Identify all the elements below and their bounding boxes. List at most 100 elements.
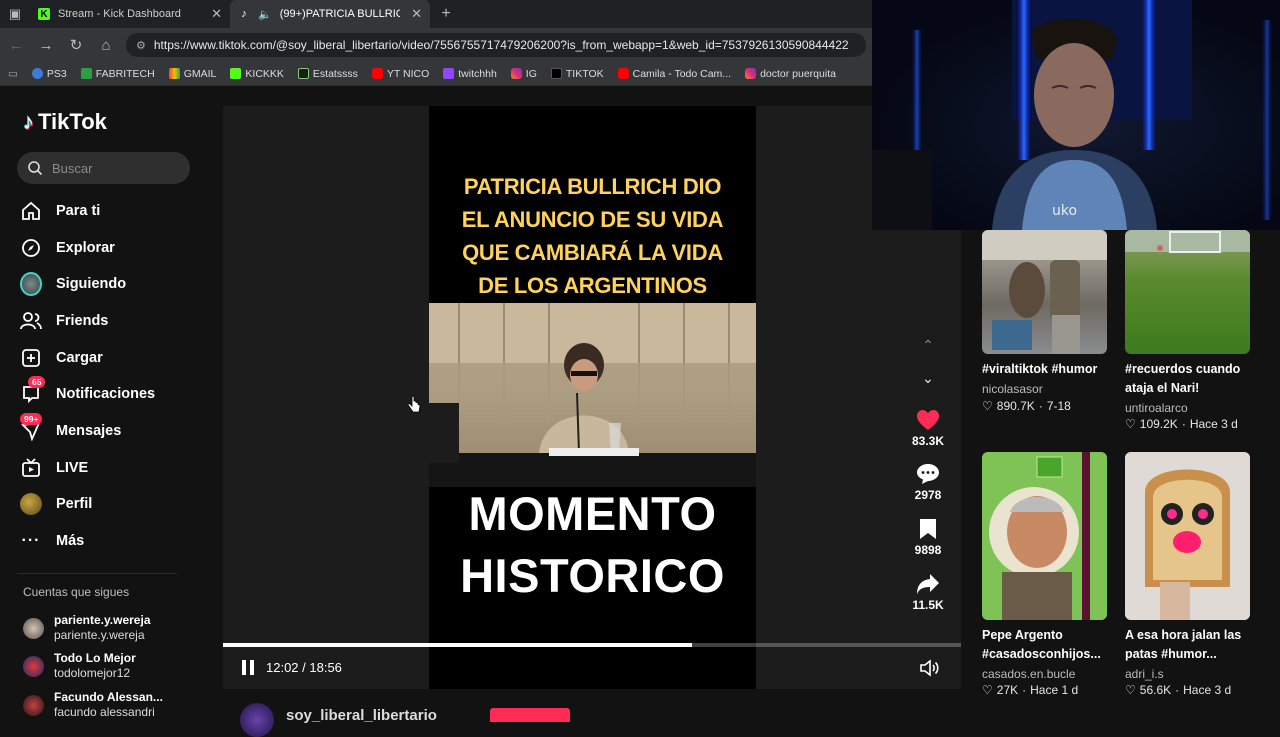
recommended-video-title[interactable]: Pepe Argento #casadosconhijos... [982, 626, 1117, 664]
bookmarks-bar: ▭ PS3 FABRITECH GMAIL KICKKK Estatssss Y… [0, 62, 872, 86]
previous-video-icon[interactable]: ⌃ [916, 337, 940, 361]
avatar [23, 655, 44, 677]
tab-audio-icon[interactable]: 🔈 [258, 8, 272, 21]
volume-icon[interactable] [919, 659, 939, 677]
bookmark-item[interactable]: KICKKK [230, 68, 284, 80]
tiktok-icon [550, 68, 562, 79]
next-video-icon[interactable]: ⌄ [916, 370, 940, 394]
bookmark-folder-icon[interactable]: ▭ [8, 68, 18, 80]
recommended-video-thumbnail[interactable] [1125, 230, 1250, 354]
nav-live[interactable]: LIVE [20, 454, 88, 482]
recommended-video-stats: ♡ 890.7K · 7-18 [982, 399, 1071, 413]
reload-icon[interactable]: ↻ [66, 35, 86, 55]
recommended-video-author[interactable]: casados.en.bucle [982, 667, 1075, 681]
nav-para-ti[interactable]: Para ti [20, 197, 100, 225]
search-input[interactable] [52, 160, 172, 176]
bookmark-item[interactable]: doctor puerquita [745, 68, 836, 80]
bookmark-item[interactable]: TIKTOK [550, 68, 604, 80]
save-count: 9898 [914, 543, 942, 557]
bookmark-item[interactable]: IG [510, 68, 537, 80]
recommended-video-author[interactable]: untiroalarco [1125, 401, 1188, 415]
tab-tiktok-video[interactable]: ♪ 🔈 (99+)PATRICIA BULLRICH DI ✕ [230, 0, 430, 28]
new-tab-icon[interactable]: + [436, 4, 456, 24]
back-icon[interactable]: ← [6, 35, 26, 55]
instagram-icon [745, 68, 757, 79]
tab-list-icon[interactable]: ▣ [0, 4, 30, 24]
tab-title: Stream - Kick Dashboard [58, 8, 181, 20]
sidebar: ♪ TikTok Para ti Explorar Siguiendo Frie… [0, 87, 205, 720]
nav-cargar[interactable]: Cargar [20, 344, 103, 372]
author-strip: soy_liberal_libertario [223, 689, 961, 737]
heart-outline-icon: ♡ [1125, 683, 1136, 697]
forward-icon[interactable]: → [36, 35, 56, 55]
bookmark-item[interactable]: PS3 [31, 68, 67, 80]
bookmark-item[interactable]: FABRITECH [80, 68, 155, 80]
bookmark-item[interactable]: twitchhh [443, 68, 497, 80]
kick-icon [230, 68, 242, 79]
nav-mensajes[interactable]: 99+ Mensajes [20, 413, 121, 445]
address-bar[interactable]: ⚙ https://www.tiktok.com/@soy_liberal_li… [126, 33, 866, 57]
bookmark-item[interactable]: GMAIL [168, 68, 216, 80]
recommended-video-author[interactable]: adri_i.s [1125, 667, 1164, 681]
progress-bar[interactable] [223, 643, 961, 647]
comment-count: 2978 [914, 488, 942, 502]
playback-time: 12:02 / 18:56 [266, 660, 342, 675]
share-button[interactable]: 11.5K [905, 573, 951, 612]
tab-title: (99+)PATRICIA BULLRICH DI [279, 8, 400, 20]
tiktok-logo[interactable]: ♪ TikTok [23, 109, 107, 135]
following-avatar-icon [20, 272, 42, 296]
author-name[interactable]: soy_liberal_libertario [286, 707, 437, 724]
save-button[interactable]: 9898 [905, 518, 951, 557]
notification-badge: 65 [28, 376, 46, 388]
following-item[interactable]: Facundo Alessan... facundo alessandri [23, 690, 163, 720]
recommended-video-thumbnail[interactable] [982, 452, 1107, 620]
bookmark-item[interactable]: Camila - Todo Cam... [617, 68, 731, 80]
url-text: https://www.tiktok.com/@soy_liberal_libe… [153, 38, 849, 52]
nav-notificaciones[interactable]: 65 Notificaciones [20, 376, 155, 408]
nav-friends[interactable]: Friends [20, 307, 108, 335]
comment-button[interactable]: 2978 [905, 463, 951, 502]
video-controls: 12:02 / 18:56 [223, 643, 961, 689]
browser-tab-bar: ▣ K Stream - Kick Dashboard ✕ ♪ 🔈 (99+)P… [0, 0, 872, 28]
recommended-video-thumbnail[interactable] [982, 230, 1107, 354]
home-icon [20, 200, 42, 222]
recommended-video-title[interactable]: #viraltiktok #humor [982, 360, 1117, 379]
video-frame[interactable]: PATRICIA BULLRICH DIO EL ANUNCIO DE SU V… [429, 106, 756, 689]
tab-close-icon[interactable]: ✕ [211, 6, 222, 22]
tab-kick-dashboard[interactable]: K Stream - Kick Dashboard ✕ [30, 0, 230, 28]
recommended-video-thumbnail[interactable] [1125, 452, 1250, 620]
recommended-video-title[interactable]: A esa hora jalan las patas #humor... [1125, 626, 1260, 664]
heart-outline-icon: ♡ [982, 683, 993, 697]
nav-perfil[interactable]: Perfil [20, 490, 92, 518]
video-player[interactable]: PATRICIA BULLRICH DIO EL ANUNCIO DE SU V… [223, 106, 961, 689]
nav-siguiendo[interactable]: Siguiendo [20, 270, 126, 298]
recommended-video-title[interactable]: #recuerdos cuando ataja el Nari! [1125, 360, 1260, 398]
pause-button[interactable] [242, 660, 258, 676]
following-section-title: Cuentas que sigues [23, 585, 130, 599]
like-button[interactable]: 83.3K [905, 409, 951, 448]
avatar [23, 694, 44, 716]
stats-icon [297, 68, 309, 79]
youtube-icon [371, 68, 383, 79]
bookmark-item[interactable]: Estatssss [297, 68, 358, 80]
bookmark-item[interactable]: YT NICO [371, 68, 429, 80]
messages-badge: 99+ [20, 413, 43, 425]
avatar [23, 617, 44, 639]
site-info-icon[interactable]: ⚙ [136, 39, 146, 52]
live-icon [20, 457, 42, 479]
recommended-video-stats: ♡ 27K · Hace 1 d [982, 683, 1079, 697]
search-box[interactable] [17, 152, 190, 184]
following-item[interactable]: pariente.y.wereja pariente.y.wereja [23, 613, 151, 643]
following-item[interactable]: Todo Lo Mejor todolomejor12 [23, 651, 136, 681]
messages-icon: 99+ [20, 413, 43, 442]
nav-explorar[interactable]: Explorar [20, 234, 115, 262]
home-browser-icon[interactable]: ⌂ [96, 35, 116, 55]
recommended-video-author[interactable]: nicolasasor [982, 382, 1043, 396]
video-overlay-text-2: HISTORICO [460, 549, 725, 602]
author-avatar[interactable] [240, 703, 274, 737]
tab-close-icon[interactable]: ✕ [411, 6, 422, 22]
compass-icon [20, 237, 42, 259]
hand-cursor-icon [407, 396, 421, 413]
nav-mas[interactable]: ··· Más [20, 527, 85, 555]
tiktok-note-icon: ♪ [23, 109, 34, 134]
